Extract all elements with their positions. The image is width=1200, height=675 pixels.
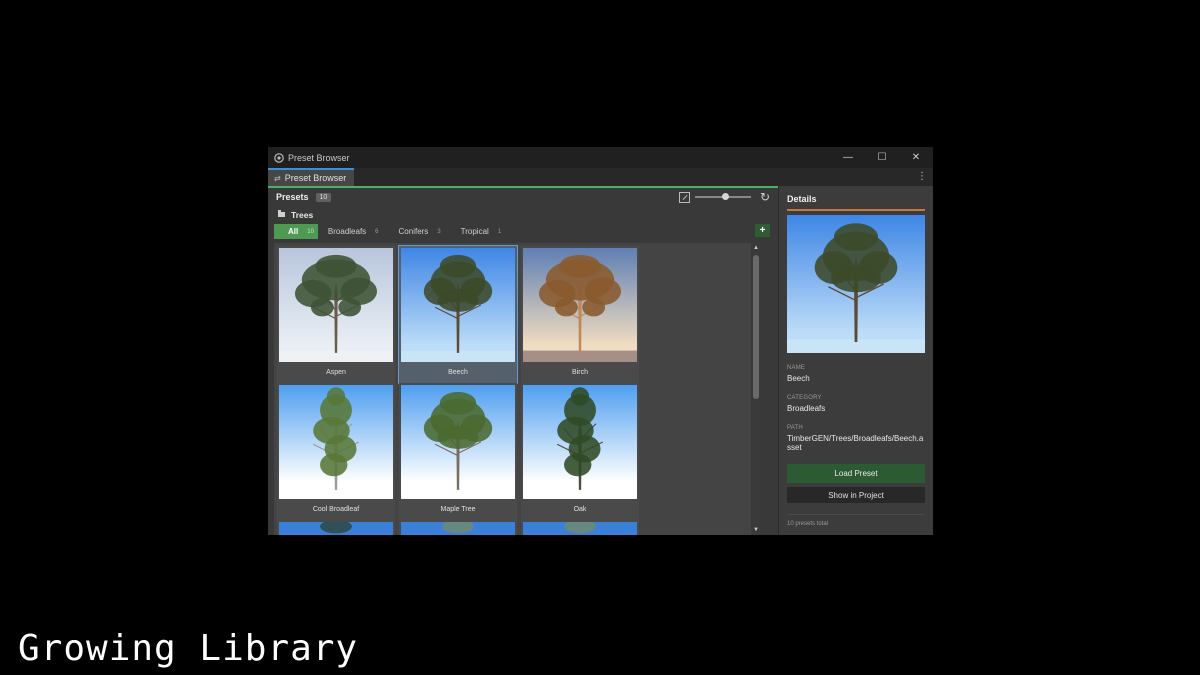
preset-card-maple-tree[interactable]: Maple Tree [399,383,517,520]
tab-preset-browser[interactable]: ⇄ Preset Browser [268,168,355,186]
filter-chip-count: 1 [497,228,502,235]
path-label: PATH [787,425,803,431]
preset-thumbnail [279,248,393,362]
tree-thumbnail-image [523,522,637,535]
category-value: Broadleafs [787,404,826,413]
filter-chip-label: All [288,227,299,236]
presets-total: 10 presets total [787,514,925,527]
grid-scrollbar[interactable]: ▲ ▼ [751,243,761,535]
preset-name: Birch [572,369,588,376]
folder-name: Trees [291,209,314,220]
app-logo-icon [274,152,284,163]
presets-panel: Presets 10 ↻ Trees All 10 Broadleafs 6 Conif… [268,186,778,535]
more-options-icon[interactable]: ⋮ [917,171,927,182]
maximize-button[interactable]: ☐ [865,147,899,168]
preset-name: Maple Tree [440,506,476,513]
details-title: Details [787,194,925,211]
preset-name: Oak [573,506,587,513]
preset-card-beech[interactable]: Beech [398,245,518,384]
preset-browser-window: Preset Browser — ☐ ✕ ⇄ Preset Browser ⋮ … [268,147,933,535]
filter-chip-label: Broadleafs [327,227,367,236]
folder-icon [278,210,285,217]
preset-name: Aspen [326,369,346,376]
filter-chip-all[interactable]: All 10 [274,224,318,239]
tree-thumbnail-image [279,522,393,535]
tab-label: Preset Browser [284,173,347,183]
filter-chip-broadleafs[interactable]: Broadleafs 6 [318,224,389,239]
filter-chip-tropical[interactable]: Tropical 1 [451,224,512,239]
preset-thumbnail [523,522,637,535]
show-in-project-button[interactable]: Show in Project [787,487,925,503]
preset-name: Cool Broadleaf [312,506,360,513]
tree-thumbnail-image [523,385,637,499]
folder-row[interactable]: Trees [268,206,778,223]
preset-thumbnail [401,522,515,535]
preset-name: Beech [448,369,468,376]
preset-thumbnail [523,385,637,499]
filter-chip-count: 6 [375,228,379,235]
preset-card-oak[interactable]: Oak [521,383,639,520]
preset-card-item-7[interactable] [399,520,517,535]
filter-chip-label: Tropical [460,227,489,236]
tree-thumbnail-image [401,522,515,535]
scrollbar-handle[interactable] [753,255,759,399]
filter-chip-label: Conifers [398,227,429,236]
refresh-icon[interactable]: ↻ [760,191,770,203]
window-titlebar: Preset Browser — ☐ ✕ [268,147,933,168]
category-label: CATEGORY [787,395,822,401]
expand-icon[interactable] [678,191,690,203]
preset-thumbnail [523,248,637,362]
preset-card-birch[interactable]: Birch [521,246,639,383]
minimize-button[interactable]: — [831,147,865,168]
preset-grid: Aspen Beech Birch Cool Broadleaf Maple Tree O… [274,243,761,535]
load-preset-button[interactable]: Load Preset [787,464,925,483]
window-title: Preset Browser [288,152,350,163]
filter-chip-count: 10 [307,228,314,235]
preset-thumbnail [279,522,393,535]
name-label: NAME [787,365,806,371]
close-button[interactable]: ✕ [899,147,933,168]
preset-card-cool-broadleaf[interactable]: Cool Broadleaf [277,383,395,520]
preset-card-aspen[interactable]: Aspen [277,246,395,383]
shuffle-icon: ⇄ [274,173,281,183]
add-category-button[interactable]: + [755,224,770,237]
tree-thumbnail-image [401,248,515,362]
preset-thumbnail [279,385,393,499]
filter-chip-count: 3 [437,228,441,235]
scroll-up-icon[interactable]: ▲ [753,245,759,251]
details-panel: Details NAME Beech CATEGORY Broadleafs P… [778,186,933,535]
preset-card-item-6[interactable] [277,520,395,535]
tab-strip: ⇄ Preset Browser ⋮ [268,168,933,186]
path-value: TimberGEN/Trees/Broadleafs/Beech.asset [787,434,924,452]
selected-preset-preview [787,215,925,353]
slider-thumb[interactable] [721,193,729,200]
tree-thumbnail-image [279,248,393,362]
preset-thumbnail [401,248,515,362]
preset-card-item-8[interactable] [521,520,639,535]
name-value: Beech [787,374,810,383]
scroll-down-icon[interactable]: ▼ [753,527,759,533]
category-filter-bar: All 10 Broadleafs 6 Conifers 3 Tropical 1 + [268,223,778,240]
tree-thumbnail-image [787,215,925,353]
filter-chip-conifers[interactable]: Conifers 3 [389,224,451,239]
thumbnail-size-slider[interactable] [694,192,751,202]
video-caption: Growing Library [18,628,359,669]
presets-count-badge: 10 [315,192,332,202]
tree-thumbnail-image [279,385,393,499]
presets-heading: Presets [276,192,309,202]
tree-thumbnail-image [523,248,637,362]
presets-toolbar: Presets 10 ↻ [268,188,778,206]
preset-thumbnail [401,385,515,499]
tree-thumbnail-image [401,385,515,499]
